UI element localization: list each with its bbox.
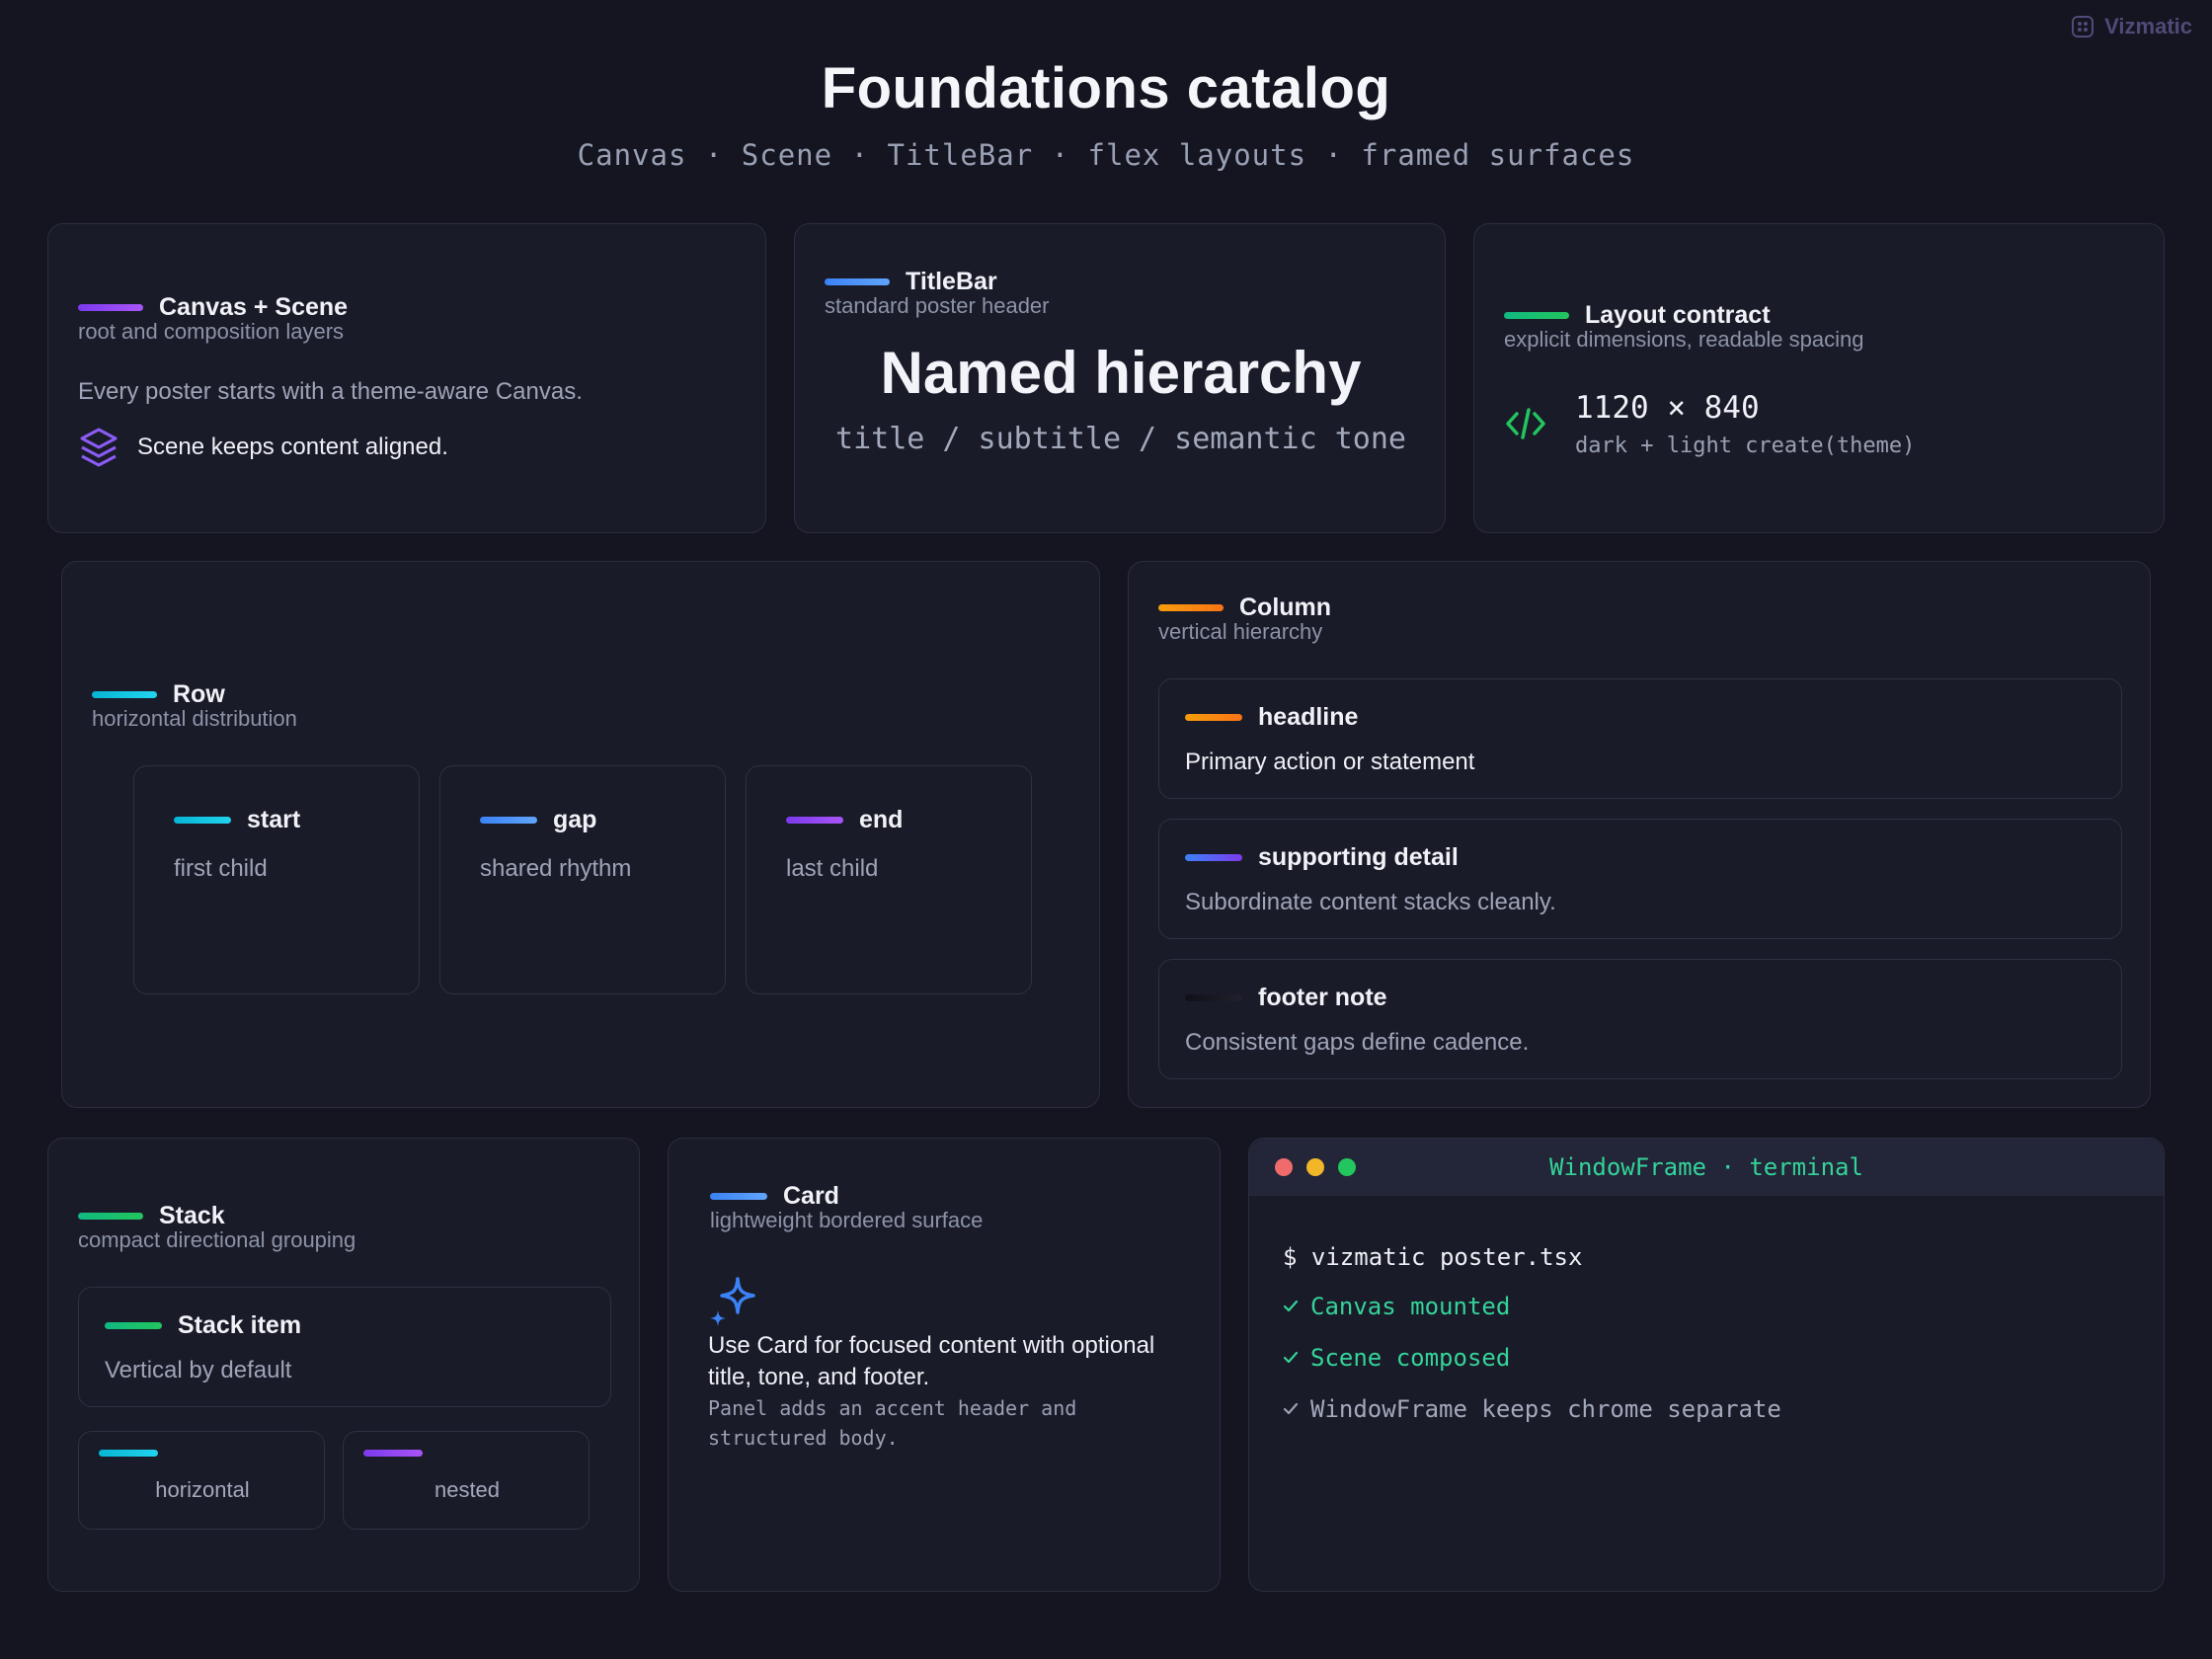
card-demo-card: Card lightweight bordered surface Use Ca… (668, 1138, 1221, 1592)
row-item-text: shared rhythm (480, 855, 632, 882)
accent-bar (1185, 994, 1242, 1001)
card-subtitle: root and composition layers (78, 319, 345, 344)
card-title: TitleBar (906, 268, 997, 295)
card-subtitle: lightweight bordered surface (710, 1208, 984, 1232)
accent-bar (1185, 854, 1242, 861)
stack-chip: nested (343, 1431, 590, 1530)
card-demo-body: Use Card for focused content with option… (708, 1332, 1155, 1390)
brand-name: Vizmatic (2104, 14, 2192, 39)
accent-bar (825, 278, 890, 285)
accent-bar (1504, 312, 1569, 319)
terminal-title: WindowFrame · terminal (1549, 1153, 1863, 1181)
check-icon (1283, 1402, 1299, 1415)
page-subtitle: Canvas · Scene · TitleBar · flex layouts… (577, 138, 1635, 172)
column-card: Column vertical hierarchy headline Prima… (1128, 561, 2151, 1108)
terminal-line-text: Canvas mounted (1310, 1293, 1511, 1320)
stack-item-text: Vertical by default (105, 1357, 292, 1383)
card-subtitle: vertical hierarchy (1158, 619, 1323, 644)
accent-bar (78, 1213, 143, 1220)
layout-contract-card: Layout contract explicit dimensions, rea… (1473, 223, 2165, 533)
card-subtitle: standard poster header (825, 293, 1050, 318)
layout-dimensions: 1120 × 840 (1575, 390, 1760, 426)
titlebar-tagline: title / subtitle / semantic tone (835, 422, 1406, 456)
terminal-window: WindowFrame · terminal $ vizmatic poster… (1248, 1138, 2165, 1592)
row-item-text: last child (786, 855, 879, 882)
card-subtitle: horizontal distribution (92, 706, 297, 731)
titlebar-headline: Named hierarchy (880, 340, 1362, 406)
layout-detail: dark + light create(theme) (1575, 434, 1916, 458)
terminal-line-text: WindowFrame keeps chrome separate (1310, 1395, 1781, 1423)
card-note: Scene keeps content aligned. (137, 434, 448, 460)
card-title: Canvas + Scene (159, 293, 349, 321)
vizmatic-logo-icon (2072, 16, 2094, 38)
terminal-command: $ vizmatic poster.tsx (1283, 1243, 1583, 1271)
row-item-label: start (247, 806, 301, 833)
accent-bar (92, 691, 157, 698)
column-item-label: headline (1258, 703, 1359, 731)
row-item-label: end (859, 806, 904, 833)
row-item: start first child (133, 765, 420, 994)
column-item: footer note Consistent gaps define caden… (1158, 959, 2122, 1079)
card-subtitle: explicit dimensions, readable spacing (1504, 327, 1864, 352)
terminal-line-text: Scene composed (1310, 1344, 1511, 1372)
row-item-label: gap (553, 806, 597, 833)
close-dot[interactable] (1275, 1158, 1293, 1176)
column-item-text: Primary action or statement (1185, 749, 1475, 775)
card-title: Card (783, 1182, 839, 1210)
card-title: Layout contract (1585, 301, 1771, 329)
row-item: gap shared rhythm (439, 765, 726, 994)
terminal-titlebar: WindowFrame · terminal (1249, 1139, 2164, 1196)
accent-bar (99, 1450, 158, 1457)
maximize-dot[interactable] (1338, 1158, 1356, 1176)
accent-bar (174, 817, 231, 824)
row-card: Row horizontal distribution start first … (61, 561, 1100, 1108)
card-body: Every poster starts with a theme-aware C… (78, 378, 583, 405)
card-subtitle: compact directional grouping (78, 1227, 356, 1252)
column-item: headline Primary action or statement (1158, 678, 2122, 799)
check-icon (1283, 1300, 1299, 1312)
brand: Vizmatic (2071, 14, 2192, 40)
row-item-text: first child (174, 855, 268, 882)
stack-item-title: Stack item (178, 1311, 302, 1339)
row-item: end last child (746, 765, 1032, 994)
card-title: Stack (159, 1202, 225, 1229)
accent-bar (480, 817, 537, 824)
minimize-dot[interactable] (1306, 1158, 1324, 1176)
card-demo-note: Panel adds an accent header and structur… (708, 1396, 1077, 1450)
check-icon (1283, 1351, 1299, 1364)
column-item: supporting detail Subordinate content st… (1158, 819, 2122, 939)
column-item-text: Subordinate content stacks cleanly. (1185, 889, 1556, 915)
page-title: Foundations catalog (821, 56, 1391, 120)
terminal-line: Canvas mounted (1283, 1293, 1510, 1320)
column-item-label: footer note (1258, 984, 1387, 1011)
stack-chip-label: horizontal (155, 1477, 250, 1502)
accent-bar (78, 304, 143, 311)
column-item-label: supporting detail (1258, 843, 1459, 871)
code-icon (1506, 408, 1545, 439)
accent-bar (105, 1322, 162, 1329)
stack-chip-label: nested (434, 1477, 501, 1502)
accent-bar (1185, 714, 1242, 721)
titlebar-card: TitleBar standard poster header Named hi… (794, 223, 1446, 533)
accent-bar (786, 817, 843, 824)
accent-bar (710, 1193, 767, 1200)
sparkle-icon (710, 1277, 755, 1326)
accent-bar (1158, 604, 1224, 611)
terminal-line: Scene composed (1283, 1344, 1510, 1372)
canvas-scene-card: Canvas + Scene root and composition laye… (47, 223, 766, 533)
stack-chip: horizontal (78, 1431, 325, 1530)
column-item-text: Consistent gaps define cadence. (1185, 1029, 1530, 1056)
stack-item: Stack item Vertical by default (78, 1287, 611, 1407)
layers-icon (80, 428, 118, 467)
terminal-line: WindowFrame keeps chrome separate (1283, 1395, 1781, 1423)
card-title: Row (173, 680, 225, 708)
card-title: Column (1239, 593, 1332, 621)
accent-bar (363, 1450, 423, 1457)
stack-card: Stack compact directional grouping Stack… (47, 1138, 640, 1592)
